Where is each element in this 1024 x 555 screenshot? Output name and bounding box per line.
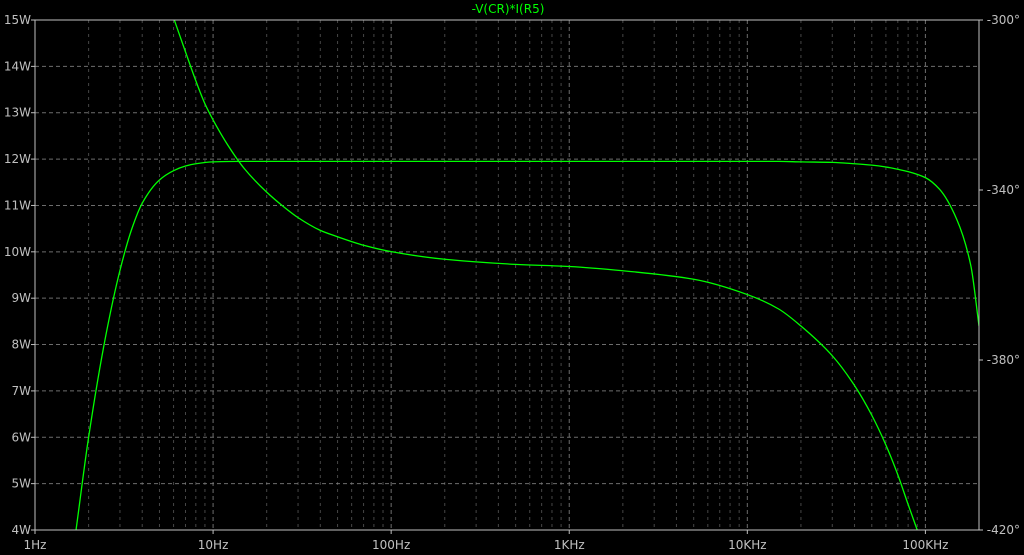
y-left-tick-label: 12W (4, 152, 31, 166)
chart-title: -V(CR)*I(R5) (472, 2, 545, 16)
x-tick-label: 1KHz (554, 538, 585, 552)
y-left-tick-label: 10W (4, 245, 31, 259)
x-tick-label: 100Hz (372, 538, 410, 552)
plot-background (0, 0, 1024, 555)
y-right-tick-label: -420° (987, 523, 1020, 537)
plot-area: 1Hz 10Hz 100Hz 1KHz 10KHz 100KHz 4W 5W 6W 7W 8W 9W 1… (0, 0, 1024, 555)
y-left-tick-label: 9W (12, 291, 32, 305)
y-left-tick-label: 6W (12, 430, 32, 444)
x-tick-label: 1Hz (24, 538, 47, 552)
y-left-tick-label: 13W (4, 106, 31, 120)
y-left-tick-label: 7W (12, 384, 32, 398)
y-left-tick-label: 5W (12, 477, 32, 491)
y-right-tick-label: -300° (987, 13, 1020, 27)
y-left-tick-label: 15W (4, 13, 31, 27)
y-right-tick-label: -380° (987, 353, 1020, 367)
y-left-tick-label: 8W (12, 338, 32, 352)
y-left-tick-label: 4W (12, 523, 32, 537)
y-left-tick-label: 11W (4, 198, 31, 212)
x-tick-label: 100KHz (902, 538, 948, 552)
y-left-tick-label: 14W (4, 59, 31, 73)
y-right-tick-label: -340° (987, 183, 1020, 197)
x-tick-label: 10KHz (728, 538, 766, 552)
x-tick-label: 10Hz (198, 538, 229, 552)
